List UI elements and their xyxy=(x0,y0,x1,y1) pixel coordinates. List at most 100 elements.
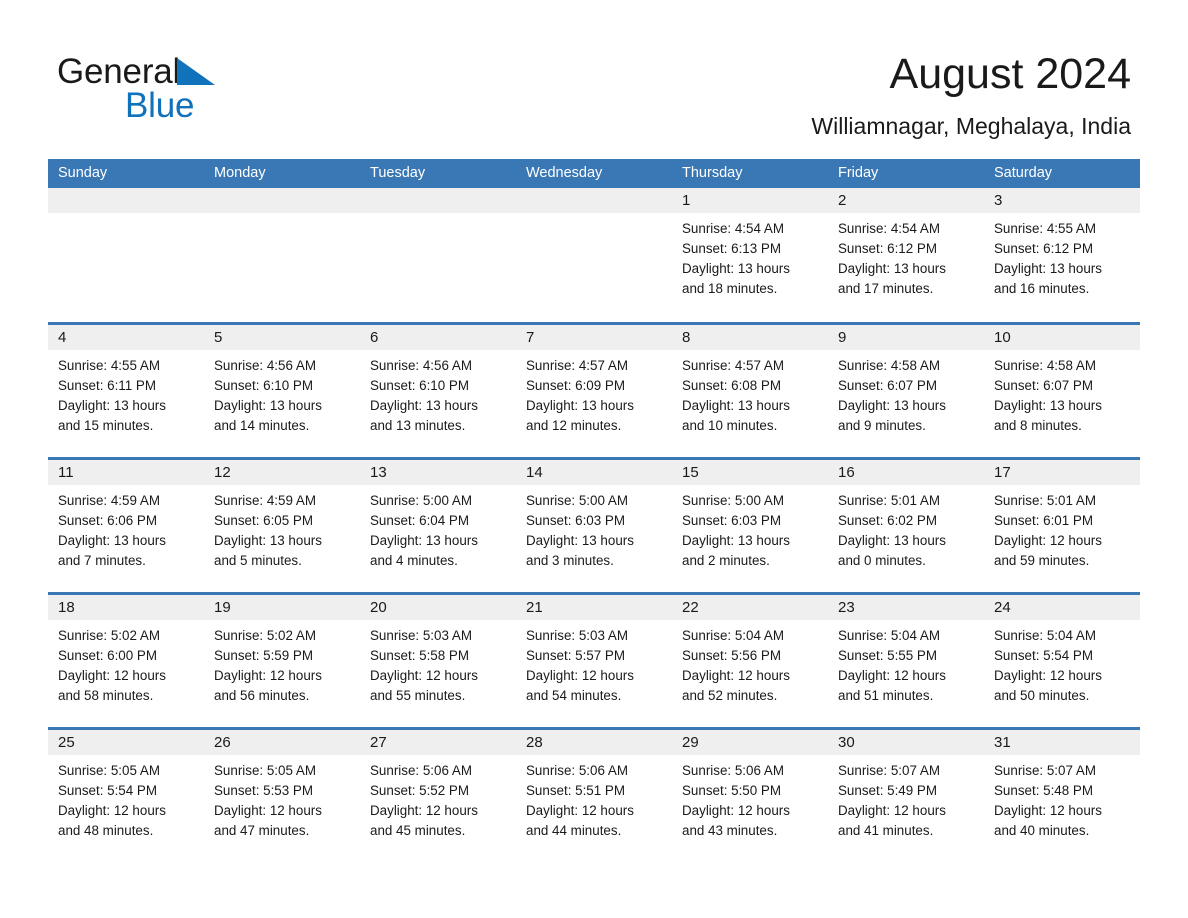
daylight-line: Daylight: 13 hours xyxy=(58,533,166,548)
day-number-strip: 9 xyxy=(828,325,984,350)
day-details: Sunrise: 5:05 AM Sunset: 5:53 PM Daylight:… xyxy=(204,755,360,841)
day-details: Sunrise: 5:01 AM Sunset: 6:01 PM Daylight:… xyxy=(984,485,1140,571)
sunset-line: Sunset: 5:52 PM xyxy=(370,783,469,798)
day-cell-10[interactable]: 10 Sunrise: 4:58 AM Sunset: 6:07 PM Dayligh… xyxy=(984,325,1140,457)
weekday-header-saturday: Saturday xyxy=(994,165,1053,181)
day-cell-1[interactable]: 1 Sunrise: 4:54 AM Sunset: 6:13 PM Daylight… xyxy=(672,188,828,322)
day-cell-18[interactable]: 18 Sunrise: 5:02 AM Sunset: 6:00 PM Dayligh… xyxy=(48,595,204,727)
day-cell-11[interactable]: 11 Sunrise: 4:59 AM Sunset: 6:06 PM Dayligh… xyxy=(48,460,204,592)
day-cell-25[interactable]: 25 Sunrise: 5:05 AM Sunset: 5:54 PM Dayligh… xyxy=(48,730,204,862)
day-cell-23[interactable]: 23 Sunrise: 5:04 AM Sunset: 5:55 PM Dayligh… xyxy=(828,595,984,727)
day-number: 2 xyxy=(838,192,847,209)
day-cell-empty xyxy=(516,188,672,322)
daylight-minutes-line: and 2 minutes. xyxy=(682,553,770,568)
day-number: 31 xyxy=(994,734,1011,751)
sunset-line: Sunset: 5:57 PM xyxy=(526,648,625,663)
daylight-line: Daylight: 13 hours xyxy=(526,533,634,548)
sunrise-line: Sunrise: 5:07 AM xyxy=(994,763,1096,778)
title-block: August 2024 Williamnagar, Meghalaya, Ind… xyxy=(811,48,1131,140)
daylight-line: Daylight: 13 hours xyxy=(682,398,790,413)
day-cell-20[interactable]: 20 Sunrise: 5:03 AM Sunset: 5:58 PM Dayligh… xyxy=(360,595,516,727)
day-cell-9[interactable]: 9 Sunrise: 4:58 AM Sunset: 6:07 PM Daylight… xyxy=(828,325,984,457)
day-number-strip: 26 xyxy=(204,730,360,755)
daylight-minutes-line: and 51 minutes. xyxy=(838,688,934,703)
sunrise-line: Sunrise: 4:54 AM xyxy=(838,221,940,236)
sunset-line: Sunset: 6:05 PM xyxy=(214,513,313,528)
day-cell-28[interactable]: 28 Sunrise: 5:06 AM Sunset: 5:51 PM Dayligh… xyxy=(516,730,672,862)
day-cell-6[interactable]: 6 Sunrise: 4:56 AM Sunset: 6:10 PM Daylight… xyxy=(360,325,516,457)
day-cell-3[interactable]: 3 Sunrise: 4:55 AM Sunset: 6:12 PM Daylight… xyxy=(984,188,1140,322)
day-cell-7[interactable]: 7 Sunrise: 4:57 AM Sunset: 6:09 PM Daylight… xyxy=(516,325,672,457)
sunrise-line: Sunrise: 5:04 AM xyxy=(682,628,784,643)
day-cell-5[interactable]: 5 Sunrise: 4:56 AM Sunset: 6:10 PM Daylight… xyxy=(204,325,360,457)
weekday-header-thursday: Thursday xyxy=(682,165,743,181)
day-cell-30[interactable]: 30 Sunrise: 5:07 AM Sunset: 5:49 PM Dayligh… xyxy=(828,730,984,862)
sunrise-line: Sunrise: 4:55 AM xyxy=(58,358,160,373)
sunrise-line: Sunrise: 4:56 AM xyxy=(214,358,316,373)
calendar-week-row: 18 Sunrise: 5:02 AM Sunset: 6:00 PM Dayligh… xyxy=(48,592,1140,727)
day-cell-27[interactable]: 27 Sunrise: 5:06 AM Sunset: 5:52 PM Dayligh… xyxy=(360,730,516,862)
day-number: 14 xyxy=(526,464,543,481)
sunset-line: Sunset: 5:53 PM xyxy=(214,783,313,798)
weekday-header-sunday: Sunday xyxy=(58,165,108,181)
weekday-header-row: Sunday Monday Tuesday Wednesday Thursday Frid… xyxy=(48,159,1140,188)
day-details: Sunrise: 5:04 AM Sunset: 5:56 PM Daylight:… xyxy=(672,620,828,706)
daylight-line: Daylight: 12 hours xyxy=(994,803,1102,818)
daylight-line: Daylight: 13 hours xyxy=(370,533,478,548)
day-cell-2[interactable]: 2 Sunrise: 4:54 AM Sunset: 6:12 PM Daylight… xyxy=(828,188,984,322)
sunrise-line: Sunrise: 4:59 AM xyxy=(214,493,316,508)
day-number: 18 xyxy=(58,599,75,616)
general-blue-logo: General Blue xyxy=(57,52,377,134)
day-cell-31[interactable]: 31 Sunrise: 5:07 AM Sunset: 5:48 PM Dayligh… xyxy=(984,730,1140,862)
day-details: Sunrise: 5:06 AM Sunset: 5:52 PM Daylight:… xyxy=(360,755,516,841)
day-cell-14[interactable]: 14 Sunrise: 5:00 AM Sunset: 6:03 PM Dayligh… xyxy=(516,460,672,592)
day-cell-21[interactable]: 21 Sunrise: 5:03 AM Sunset: 5:57 PM Dayligh… xyxy=(516,595,672,727)
day-details: Sunrise: 5:03 AM Sunset: 5:58 PM Daylight:… xyxy=(360,620,516,706)
sunrise-line: Sunrise: 5:07 AM xyxy=(838,763,940,778)
sunset-line: Sunset: 6:07 PM xyxy=(838,378,937,393)
daylight-minutes-line: and 17 minutes. xyxy=(838,281,934,296)
day-cell-8[interactable]: 8 Sunrise: 4:57 AM Sunset: 6:08 PM Daylight… xyxy=(672,325,828,457)
sunrise-line: Sunrise: 5:04 AM xyxy=(838,628,940,643)
day-number: 28 xyxy=(526,734,543,751)
daylight-minutes-line: and 58 minutes. xyxy=(58,688,154,703)
calendar-week-row: 4 Sunrise: 4:55 AM Sunset: 6:11 PM Daylight… xyxy=(48,322,1140,457)
day-cell-19[interactable]: 19 Sunrise: 5:02 AM Sunset: 5:59 PM Dayligh… xyxy=(204,595,360,727)
sunrise-line: Sunrise: 4:56 AM xyxy=(370,358,472,373)
sunset-line: Sunset: 5:54 PM xyxy=(994,648,1093,663)
day-cell-24[interactable]: 24 Sunrise: 5:04 AM Sunset: 5:54 PM Dayligh… xyxy=(984,595,1140,727)
daylight-line: Daylight: 12 hours xyxy=(526,803,634,818)
sunset-line: Sunset: 6:06 PM xyxy=(58,513,157,528)
day-number-strip: 24 xyxy=(984,595,1140,620)
day-details: Sunrise: 4:59 AM Sunset: 6:05 PM Daylight:… xyxy=(204,485,360,571)
daylight-line: Daylight: 12 hours xyxy=(214,668,322,683)
day-details: Sunrise: 5:07 AM Sunset: 5:49 PM Daylight:… xyxy=(828,755,984,841)
day-cell-26[interactable]: 26 Sunrise: 5:05 AM Sunset: 5:53 PM Dayligh… xyxy=(204,730,360,862)
day-cell-16[interactable]: 16 Sunrise: 5:01 AM Sunset: 6:02 PM Dayligh… xyxy=(828,460,984,592)
sunrise-line: Sunrise: 4:55 AM xyxy=(994,221,1096,236)
sunset-line: Sunset: 6:01 PM xyxy=(994,513,1093,528)
day-number-strip: 3 xyxy=(984,188,1140,213)
day-cell-4[interactable]: 4 Sunrise: 4:55 AM Sunset: 6:11 PM Daylight… xyxy=(48,325,204,457)
day-number: 8 xyxy=(682,329,691,346)
day-number-strip: 15 xyxy=(672,460,828,485)
sunrise-line: Sunrise: 5:00 AM xyxy=(526,493,628,508)
day-cell-17[interactable]: 17 Sunrise: 5:01 AM Sunset: 6:01 PM Dayligh… xyxy=(984,460,1140,592)
day-number: 7 xyxy=(526,329,535,346)
day-number: 12 xyxy=(214,464,231,481)
sunrise-line: Sunrise: 4:58 AM xyxy=(838,358,940,373)
day-cell-22[interactable]: 22 Sunrise: 5:04 AM Sunset: 5:56 PM Dayligh… xyxy=(672,595,828,727)
day-cell-12[interactable]: 12 Sunrise: 4:59 AM Sunset: 6:05 PM Dayligh… xyxy=(204,460,360,592)
daylight-line: Daylight: 12 hours xyxy=(526,668,634,683)
sunrise-line: Sunrise: 4:57 AM xyxy=(526,358,628,373)
day-cell-29[interactable]: 29 Sunrise: 5:06 AM Sunset: 5:50 PM Dayligh… xyxy=(672,730,828,862)
sunrise-line: Sunrise: 4:58 AM xyxy=(994,358,1096,373)
day-number-strip xyxy=(360,188,516,213)
page-title: August 2024 xyxy=(889,50,1131,98)
day-details: Sunrise: 5:04 AM Sunset: 5:54 PM Daylight:… xyxy=(984,620,1140,706)
day-number: 23 xyxy=(838,599,855,616)
daylight-line: Daylight: 12 hours xyxy=(58,803,166,818)
day-number: 11 xyxy=(58,464,74,481)
day-cell-13[interactable]: 13 Sunrise: 5:00 AM Sunset: 6:04 PM Dayligh… xyxy=(360,460,516,592)
day-cell-15[interactable]: 15 Sunrise: 5:00 AM Sunset: 6:03 PM Dayligh… xyxy=(672,460,828,592)
